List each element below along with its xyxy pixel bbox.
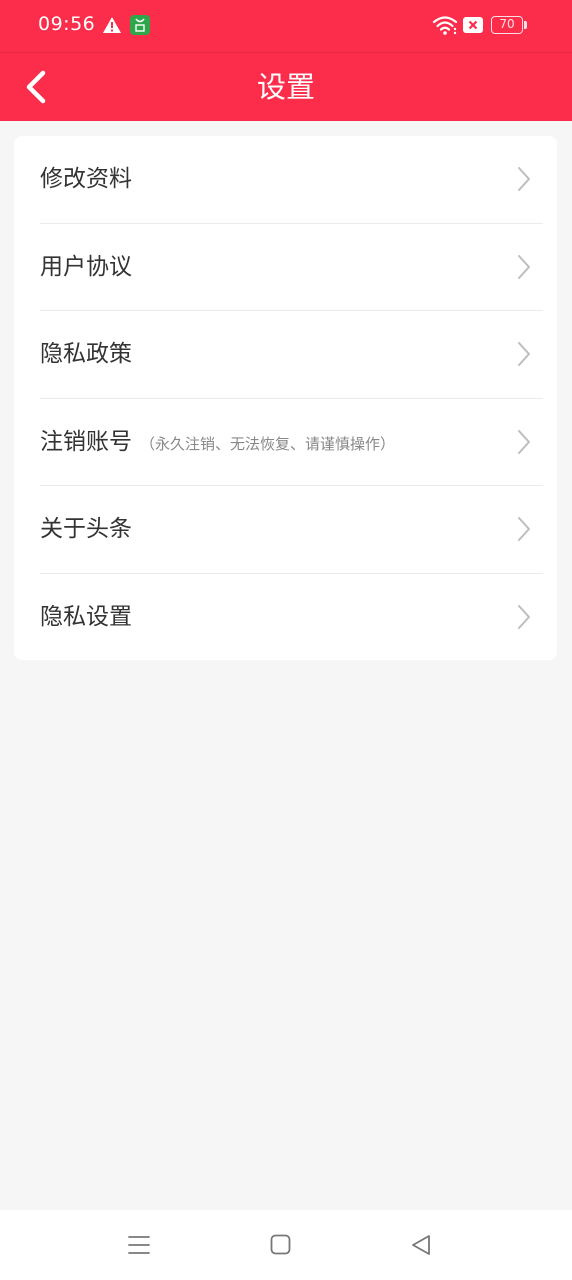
settings-item-label-text: 隐私设置 (40, 603, 132, 630)
settings-item-user-agreement[interactable]: 用户协议 (40, 224, 543, 311)
no-sim-icon (463, 17, 483, 33)
chevron-right-icon (518, 254, 530, 279)
settings-item-privacy-policy[interactable]: 隐私政策 (40, 311, 543, 399)
battery-level: 70 (499, 17, 515, 31)
status-time: 09:56 (38, 13, 96, 35)
system-nav-bar (0, 1210, 572, 1280)
chevron-right-icon (518, 517, 530, 541)
page-title: 设置 (256, 70, 315, 104)
settings-item-label-text: 隐私政策 (40, 341, 132, 367)
settings-item-label: 隐私设置 (40, 574, 132, 660)
settings-item-label: 修改资料 (40, 136, 132, 222)
settings-item-label: 隐私政策 (40, 311, 132, 397)
settings-item-about[interactable]: 关于头条 (40, 486, 543, 574)
settings-item-label-text: 用户协议 (40, 253, 132, 280)
back-button[interactable] (18, 63, 58, 111)
home-icon[interactable] (270, 1234, 291, 1255)
chevron-right-icon (518, 604, 530, 629)
settings-item-label-text: 注销账号 (40, 428, 132, 455)
settings-item-note: （永久注销、无法恢复、请谨慎操作） (140, 434, 396, 453)
settings-item-privacy-settings[interactable]: 隐私设置 (40, 574, 543, 661)
settings-item-label: 用户协议 (40, 224, 132, 310)
settings-item-delete-account[interactable]: 注销账号 （永久注销、无法恢复、请谨慎操作） (40, 399, 543, 487)
battery-tip (524, 21, 527, 29)
chevron-right-icon (518, 342, 530, 366)
app-notification-icon (130, 15, 150, 35)
settings-list: 修改资料 用户协议 隐私政策 注销账号 （永久注销、无法恢复、请谨慎操作） 关于头… (14, 136, 557, 660)
settings-item-label: 注销账号 （永久注销、无法恢复、请谨慎操作） (40, 399, 395, 487)
back-triangle-icon[interactable] (410, 1233, 432, 1257)
settings-item-label-text: 关于头条 (40, 516, 132, 542)
battery-icon: 70 (491, 16, 523, 34)
wifi-icon (432, 16, 458, 35)
settings-item-label-text: 修改资料 (40, 166, 132, 192)
settings-item-edit-profile[interactable]: 修改资料 (40, 136, 543, 224)
chevron-right-icon (518, 429, 530, 454)
settings-item-label: 关于头条 (40, 486, 132, 572)
menu-icon[interactable] (127, 1234, 151, 1256)
chevron-left-icon (26, 70, 46, 104)
chevron-right-icon (518, 167, 530, 191)
warning-icon (103, 17, 121, 33)
status-bar: 09:56 70 (0, 0, 572, 52)
header-bar: 设置 (0, 52, 572, 121)
